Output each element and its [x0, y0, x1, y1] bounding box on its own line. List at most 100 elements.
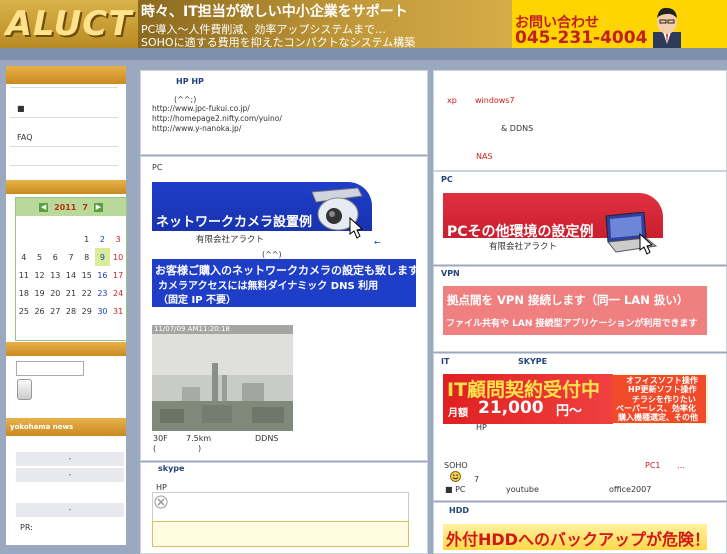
- vpn-line-1: 拠点間を VPN 接続します（同一 LAN 扱い）: [447, 293, 689, 307]
- calendar-day[interactable]: 24: [110, 284, 126, 302]
- calendar-day[interactable]: 21: [63, 284, 79, 302]
- hdd-banner-title: 外付HDDへのバックアップが危険！: [446, 530, 710, 549]
- news-header: yokohama news: [6, 418, 126, 436]
- calendar-day[interactable]: 15: [79, 266, 95, 284]
- next-month-button[interactable]: ▶: [93, 202, 103, 212]
- links-title: HP HP: [176, 77, 204, 86]
- cam-info-paren-close: ): [198, 444, 202, 453]
- pc-banner-title: PCその他環境の設定例: [447, 224, 594, 240]
- link-url[interactable]: http://www.y-nanoka.jp/: [152, 124, 241, 133]
- calendar-day[interactable]: 31: [110, 302, 126, 320]
- calendar-year: 2011: [54, 202, 77, 212]
- pc1-label: PC1: [645, 461, 661, 470]
- news-item[interactable]: -: [16, 468, 124, 482]
- calendar-day[interactable]: 8: [79, 248, 95, 266]
- pc-label: PC: [152, 163, 163, 172]
- calendar-header-bar: [6, 180, 126, 194]
- calendar-day[interactable]: 20: [47, 284, 63, 302]
- calendar-day: [16, 230, 32, 248]
- nas-label: NAS: [476, 152, 493, 161]
- smiley-text: (^^): [262, 250, 282, 259]
- calendar-day[interactable]: 26: [32, 302, 48, 320]
- calendar-day[interactable]: 30: [95, 302, 111, 320]
- pc-bullet-item: ■ PC: [445, 485, 466, 494]
- divider: [10, 165, 118, 166]
- ellipsis-text: …: [677, 461, 685, 470]
- xp-label: xp: [447, 96, 457, 105]
- calendar-day[interactable]: 14: [63, 266, 79, 284]
- news-item[interactable]: -: [16, 503, 124, 517]
- staff-avatar-icon: [653, 7, 681, 48]
- calendar-day[interactable]: 23: [95, 284, 111, 302]
- youtube-label[interactable]: youtube: [506, 485, 539, 494]
- link-url[interactable]: http://www.jpc-fukui.co.jp/: [152, 104, 250, 113]
- calendar-day[interactable]: 25: [16, 302, 32, 320]
- site-logo[interactable]: ALUCT: [0, 0, 138, 48]
- camera-icon: [311, 187, 364, 239]
- calendar-day[interactable]: 22: [79, 284, 95, 302]
- calendar-day[interactable]: 1: [79, 230, 95, 248]
- calendar-day[interactable]: 17: [110, 266, 126, 284]
- calendar-day[interactable]: 13: [47, 266, 63, 284]
- search-input[interactable]: [16, 361, 84, 376]
- calendar-day[interactable]: 28: [63, 302, 79, 320]
- webcam-image[interactable]: [152, 325, 293, 431]
- calendar-day[interactable]: 11: [16, 266, 32, 284]
- sidebar-header: [6, 66, 126, 84]
- calendar-day[interactable]: 10: [110, 248, 126, 266]
- divider: [10, 87, 118, 88]
- vpn-line-2: ファイル共有や LAN 接続型アプリケーションが利用できます: [446, 319, 698, 329]
- calendar-day: [63, 230, 79, 248]
- vpn-title: VPN: [441, 269, 460, 278]
- calendar-day[interactable]: 7: [63, 248, 79, 266]
- calendar-day[interactable]: 12: [32, 266, 48, 284]
- sidebar-item-bullet[interactable]: ■: [17, 104, 25, 113]
- divider: [10, 117, 118, 118]
- skype-hp-label: HP: [156, 483, 167, 492]
- it-title: IT: [441, 357, 450, 366]
- logo-text: ALUCT: [5, 4, 133, 44]
- header-bar: [0, 48, 727, 60]
- calendar-day[interactable]: 4: [16, 248, 32, 266]
- calendar-day[interactable]: 18: [16, 284, 32, 302]
- divider: [10, 146, 118, 147]
- pr-label: PR:: [20, 523, 33, 532]
- calendar-day: [32, 230, 48, 248]
- calendar-day[interactable]: 19: [32, 284, 48, 302]
- calendar-day[interactable]: 16: [95, 266, 111, 284]
- phone-number: 045-231-4004: [515, 28, 648, 48]
- laptop-icon: [605, 212, 658, 255]
- camera-banner-title: ネットワークカメラ設置例: [156, 215, 313, 230]
- promo-line-2: カメラアクセスには無料ダイナミック DNS 利用: [158, 281, 379, 292]
- it-price: 21,000: [478, 398, 544, 418]
- calendar-grid: 1 2 3 4 5 6 7 8 9 10 11 12 13 14 15 16 17 18 19 20 21 22 23 24 2…: [16, 230, 126, 320]
- calendar-day[interactable]: 9: [94, 248, 111, 266]
- calendar-day[interactable]: 6: [47, 248, 63, 266]
- it-price-unit: 円～: [556, 404, 583, 419]
- it-hp-label: HP: [476, 423, 487, 432]
- count-seven: 7: [474, 475, 480, 484]
- news-item[interactable]: -: [16, 452, 124, 466]
- calendar-title: ◀ 2011 7 ▶: [16, 198, 126, 216]
- cam-info-ddns: DDNS: [255, 434, 279, 443]
- hdd-title: HDD: [449, 506, 469, 515]
- calendar-day[interactable]: 5: [32, 248, 48, 266]
- it-price-label: 月額: [448, 408, 468, 419]
- calendar-day[interactable]: 29: [79, 302, 95, 320]
- link-url[interactable]: http://homepage2.nifty.com/yuino/: [152, 114, 282, 123]
- prev-month-button[interactable]: ◀: [39, 202, 49, 212]
- smiley-icon: [450, 471, 461, 482]
- camera-company: 有限会社アラクト: [196, 235, 265, 245]
- skype-widget[interactable]: [152, 492, 409, 522]
- sidebar-item-faq[interactable]: FAQ: [17, 133, 33, 142]
- cam-info-distance: 7.5km: [186, 434, 212, 443]
- calendar-day[interactable]: 3: [110, 230, 126, 248]
- calendar-day[interactable]: 27: [47, 302, 63, 320]
- cam-info-paren-open: (: [153, 444, 157, 453]
- promo-line-3: （固定 IP 不要）: [158, 295, 237, 306]
- webcam-timestamp: 11/07/09 AM11:20:18: [154, 325, 230, 333]
- calendar-day[interactable]: 2: [95, 230, 111, 248]
- ddns-label: & DDNS: [501, 124, 534, 133]
- skype-title: skype: [158, 464, 185, 473]
- search-button[interactable]: [17, 379, 32, 400]
